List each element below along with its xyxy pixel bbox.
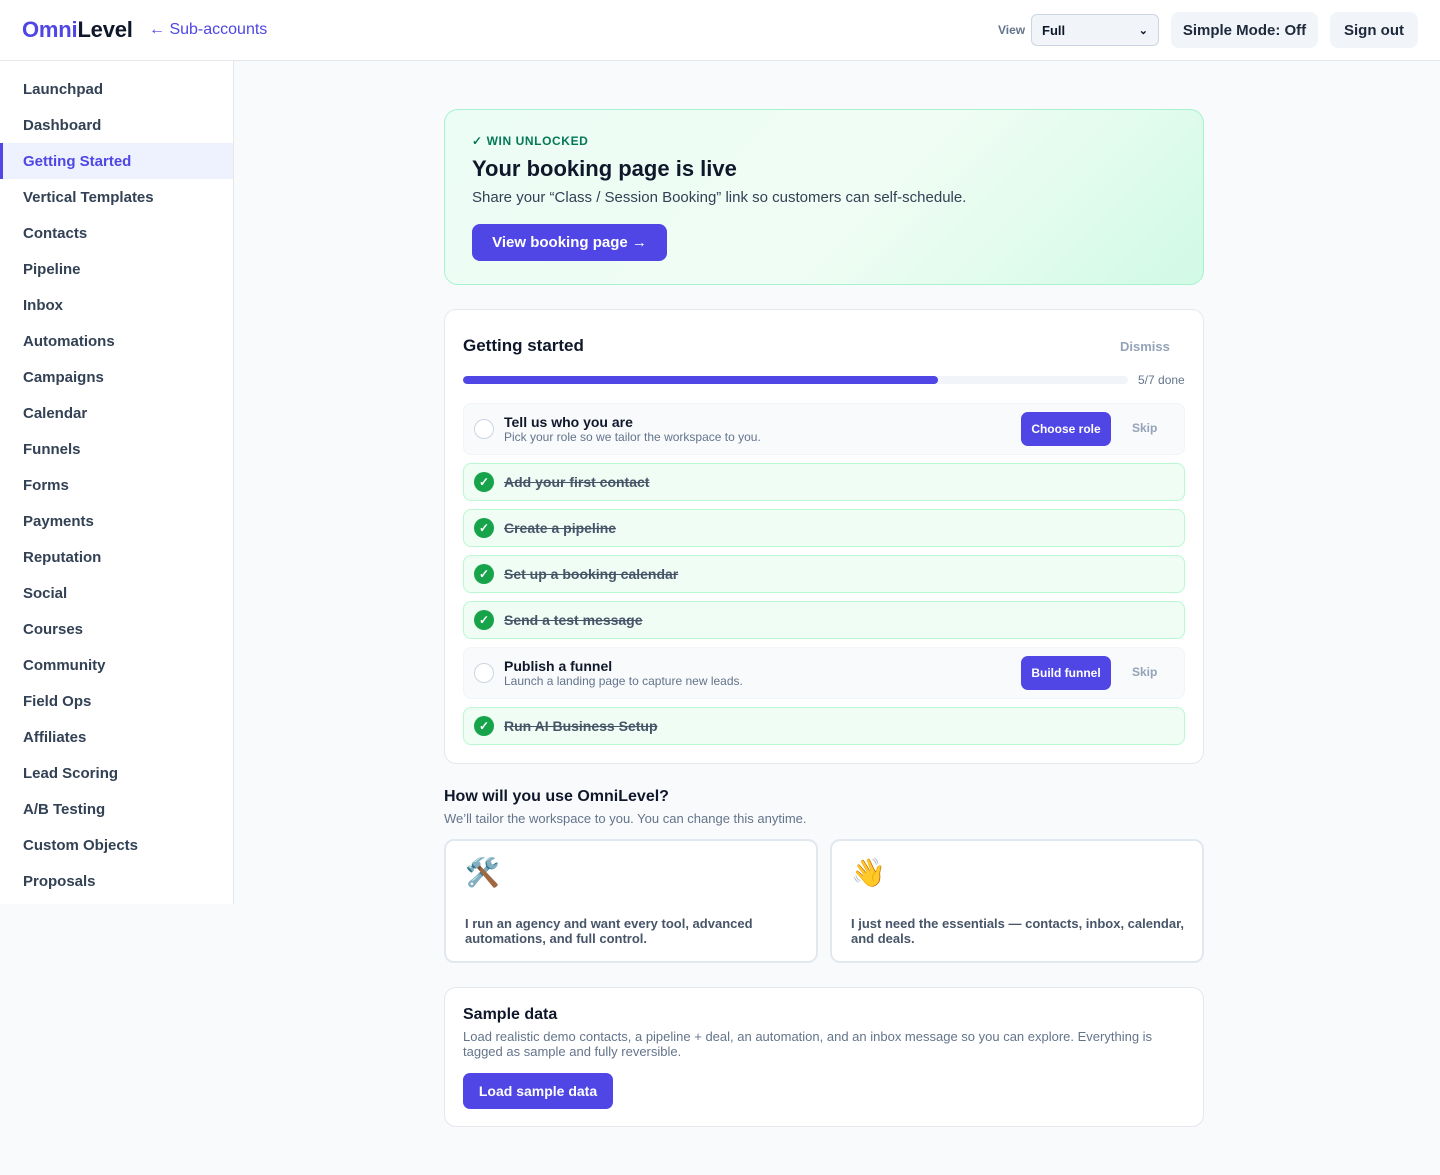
tools-icon: 🛠️: [465, 857, 500, 888]
checklist-item-title: Publish a funnel: [504, 658, 613, 674]
progress-bar-fill: [463, 376, 938, 384]
win-subtitle: Share your “Class / Session Booking” lin…: [472, 189, 967, 206]
sidebar-item-proposals[interactable]: Proposals: [0, 863, 233, 899]
win-banner: ✓ WIN UNLOCKED Your booking page is live…: [444, 109, 1204, 285]
checklist-item-title: Create a pipeline: [504, 520, 617, 536]
empty-circle-icon: [474, 419, 494, 439]
usage-option-text: I just need the essentials — contacts, i…: [851, 916, 1185, 946]
sidebar-item-social[interactable]: Social: [0, 575, 233, 611]
win-unlocked-tag: ✓ WIN UNLOCKED: [472, 134, 589, 148]
view-select[interactable]: Full ⌄: [1031, 14, 1159, 46]
checklist-item: Publish a funnel Launch a landing page to…: [463, 647, 1185, 699]
choose-role-button[interactable]: Choose role: [1021, 412, 1111, 446]
getting-started-title: Getting started: [463, 336, 584, 355]
checklist-item-title: Set up a booking calendar: [504, 566, 679, 582]
usage-option-essentials[interactable]: 👋 I just need the essentials — contacts,…: [830, 839, 1204, 963]
sidebar-item-payments[interactable]: Payments: [0, 503, 233, 539]
brand-logo[interactable]: OmniLevel: [22, 17, 133, 43]
usage-title: How will you use OmniLevel?: [444, 788, 669, 805]
sample-data-description: Load realistic demo contacts, a pipeline…: [463, 1029, 1153, 1059]
sidebar-item-contacts[interactable]: Contacts: [0, 215, 233, 251]
waving-hand-icon: 👋: [851, 857, 886, 888]
win-title: Your booking page is live: [472, 156, 737, 181]
checklist-item: ✓ Create a pipeline: [463, 509, 1185, 547]
view-select-value: Full: [1042, 22, 1066, 38]
sidebar-item-field-ops[interactable]: Field Ops: [0, 683, 233, 719]
checklist-item: Tell us who you are Pick your role so we …: [463, 403, 1185, 455]
checklist-item-title: Add your first contact: [504, 474, 650, 490]
checklist-item-title: Send a test message: [504, 612, 643, 628]
getting-started-card: Getting started Dismiss 5/7 done Tell us…: [444, 309, 1204, 764]
view-booking-page-button[interactable]: View booking page →: [472, 224, 667, 261]
top-header: OmniLevel ← Sub-accounts View Full ⌄ Sim…: [0, 0, 1440, 61]
check-icon: ✓: [474, 610, 494, 630]
sidebar-item-affiliates[interactable]: Affiliates: [0, 719, 233, 755]
usage-subtitle: We’ll tailor the workspace to you. You c…: [444, 811, 807, 826]
sidebar-item-funnels[interactable]: Funnels: [0, 431, 233, 467]
sidebar-item-vertical-templates[interactable]: Vertical Templates: [0, 179, 233, 215]
sample-data-card: Sample data Load realistic demo contacts…: [444, 987, 1204, 1127]
sidebar-item-campaigns[interactable]: Campaigns: [0, 359, 233, 395]
empty-circle-icon: [474, 663, 494, 683]
checklist-item: ✓ Add your first contact: [463, 463, 1185, 501]
build-funnel-button[interactable]: Build funnel: [1021, 656, 1111, 690]
sample-data-title: Sample data: [463, 1006, 558, 1023]
sidebar-item-reputation[interactable]: Reputation: [0, 539, 233, 575]
sidebar-item-launchpad[interactable]: Launchpad: [0, 71, 233, 107]
sidebar-item-calendar[interactable]: Calendar: [0, 395, 233, 431]
brand-name-part2: Level: [77, 17, 133, 42]
progress-count: 5/7 done: [1138, 373, 1185, 387]
sidebar-item-getting-started[interactable]: Getting Started: [0, 143, 233, 179]
sidebar-item-pipeline[interactable]: Pipeline: [0, 251, 233, 287]
usage-option-text: I run an agency and want every tool, adv…: [465, 916, 753, 946]
dismiss-button[interactable]: Dismiss: [1120, 339, 1170, 354]
sidebar-nav: Launchpad Dashboard Getting Started Vertica…: [0, 61, 234, 904]
sidebar-item-inbox[interactable]: Inbox: [0, 287, 233, 323]
check-icon: ✓: [474, 564, 494, 584]
load-sample-data-button[interactable]: Load sample data: [463, 1073, 613, 1109]
progress-bar: [463, 376, 1128, 384]
view-label: View: [998, 23, 1026, 37]
checklist-item: ✓ Set up a booking calendar: [463, 555, 1185, 593]
sign-out-button[interactable]: Sign out: [1330, 12, 1418, 48]
simple-mode-button[interactable]: Simple Mode: Off: [1171, 12, 1318, 48]
sidebar-item-custom-objects[interactable]: Custom Objects: [0, 827, 233, 863]
sidebar-item-a-b-testing[interactable]: A/B Testing: [0, 791, 233, 827]
sidebar-item-lead-scoring[interactable]: Lead Scoring: [0, 755, 233, 791]
check-icon: ✓: [474, 716, 494, 736]
check-icon: ✓: [474, 472, 494, 492]
check-icon: ✓: [474, 518, 494, 538]
chevron-down-icon: ⌄: [1138, 24, 1148, 37]
sidebar-item-dashboard[interactable]: Dashboard: [0, 107, 233, 143]
brand-name-part1: Omni: [22, 17, 78, 42]
sidebar-item-automations[interactable]: Automations: [0, 323, 233, 359]
checklist-item-title: Tell us who you are: [504, 414, 633, 430]
skip-button[interactable]: Skip: [1132, 665, 1157, 679]
back-to-sub-accounts-link[interactable]: ← Sub-accounts: [149, 21, 267, 39]
sidebar-item-community[interactable]: Community: [0, 647, 233, 683]
sidebar-item-forms[interactable]: Forms: [0, 467, 233, 503]
checklist-item-title: Run AI Business Setup: [504, 718, 658, 734]
sidebar-item-courses[interactable]: Courses: [0, 611, 233, 647]
skip-button[interactable]: Skip: [1132, 421, 1157, 435]
usage-option-agency[interactable]: 🛠️ I run an agency and want every tool, …: [444, 839, 818, 963]
checklist-item-description: Launch a landing page to capture new lea…: [504, 674, 743, 688]
checklist-item: ✓ Run AI Business Setup: [463, 707, 1185, 745]
checklist-item: ✓ Send a test message: [463, 601, 1185, 639]
checklist-item-description: Pick your role so we tailor the workspac…: [504, 430, 761, 444]
